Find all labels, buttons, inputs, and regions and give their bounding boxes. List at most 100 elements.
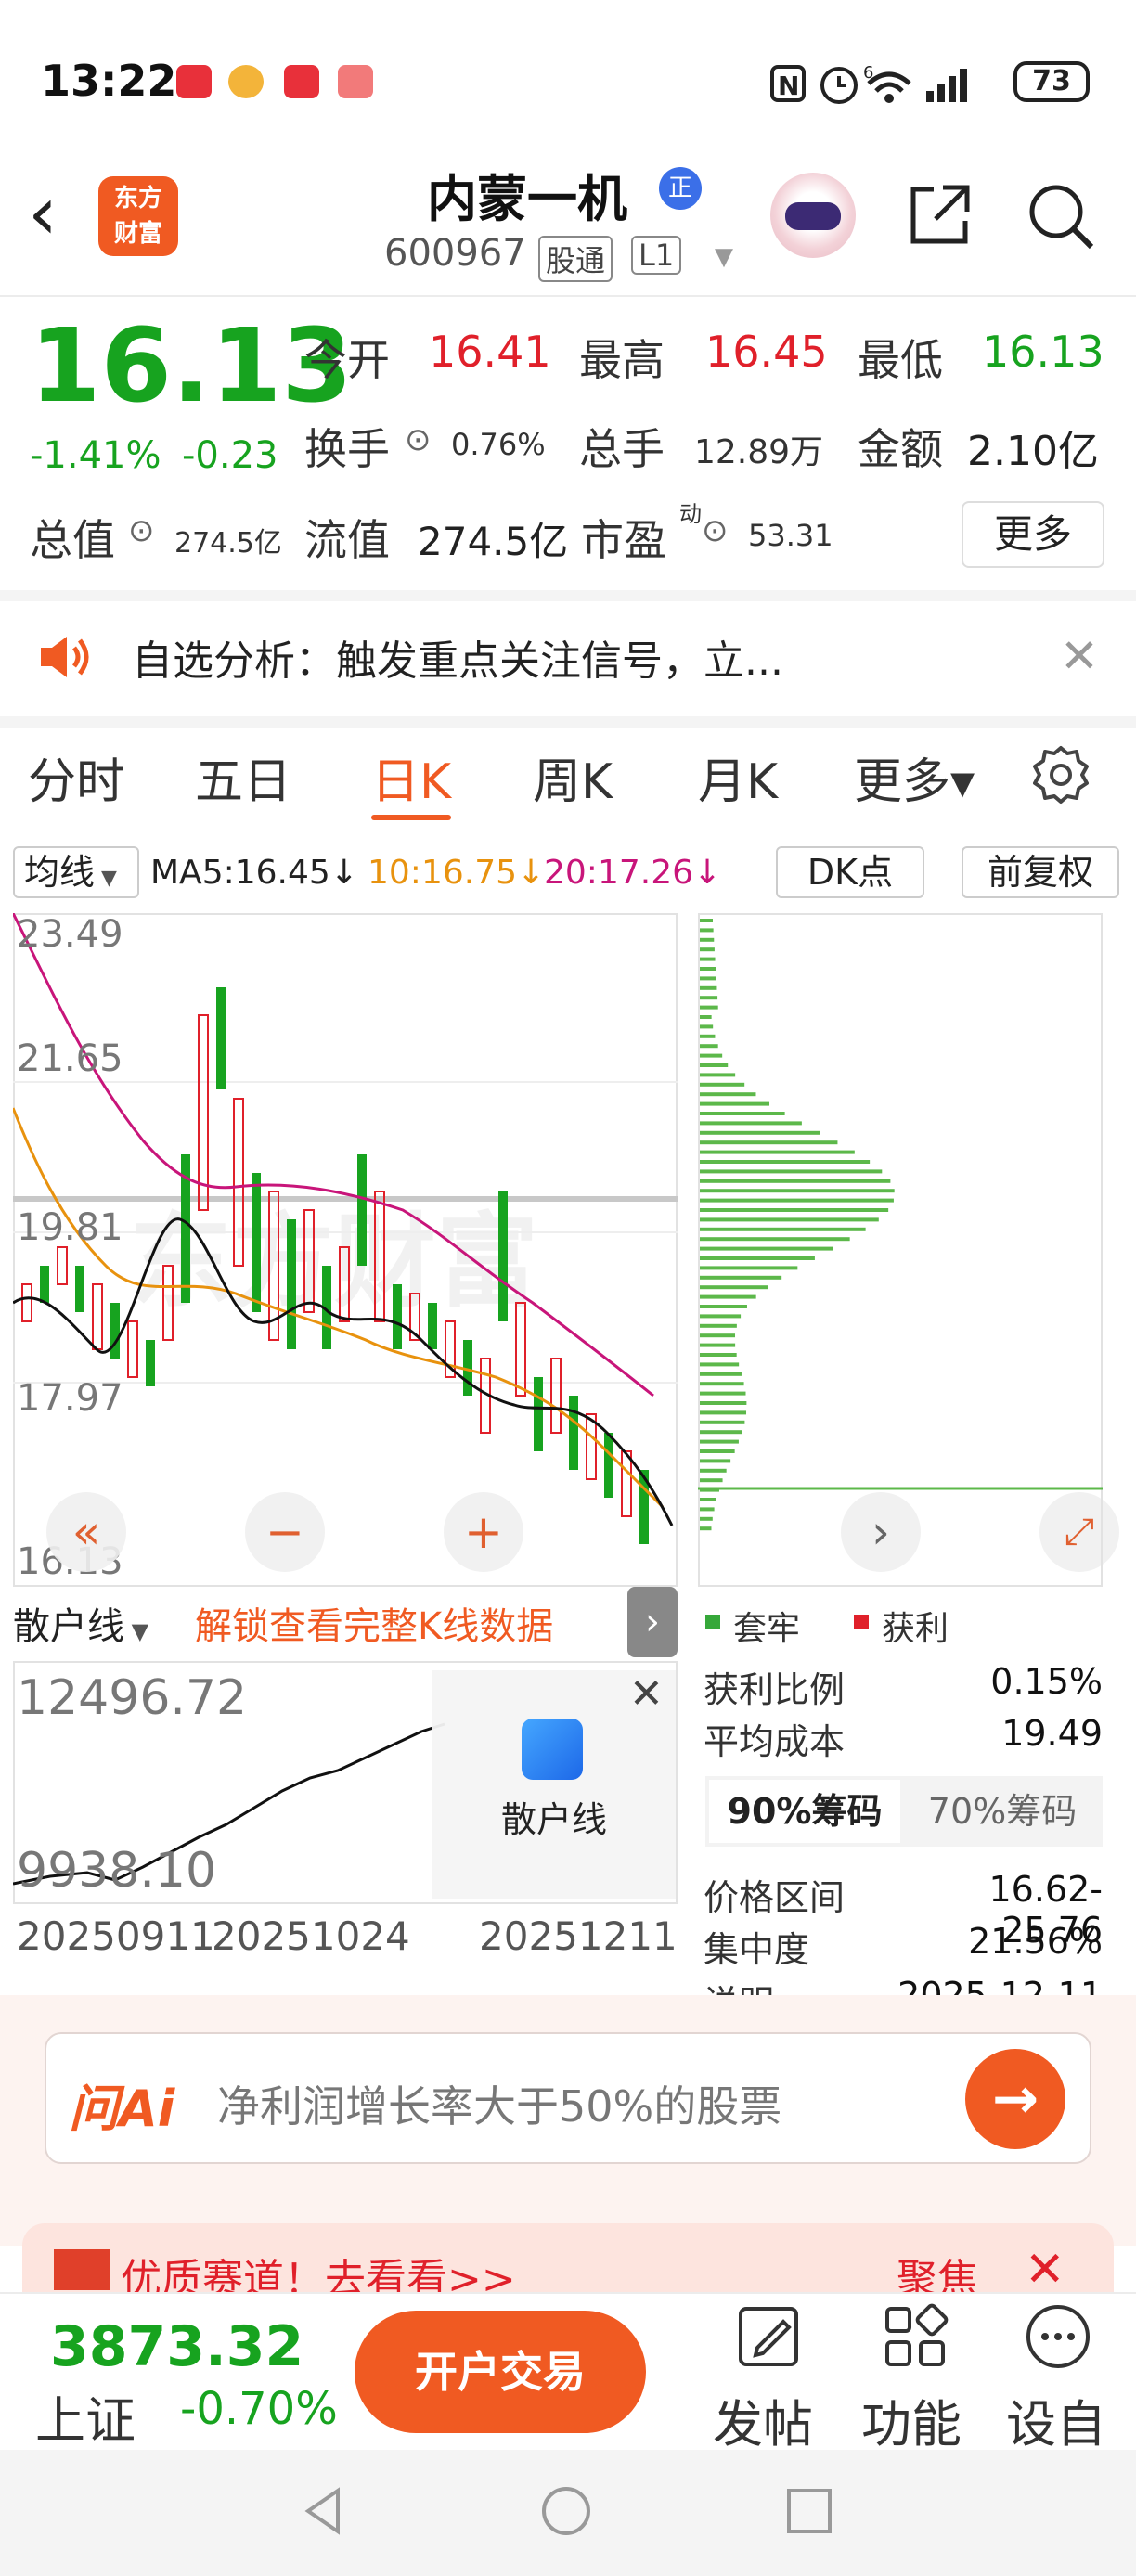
chip-bar [700,1285,768,1290]
chip-bar [700,1053,723,1058]
gear-icon[interactable] [1028,742,1093,807]
ma-select[interactable]: 均线 ▼ [13,846,139,898]
notification-icon-2 [228,65,264,98]
trapped-legend: 套牢 [733,1610,801,1648]
tab-month-k[interactable]: 月K [698,742,778,812]
chip-bar [700,1498,716,1501]
tab-chip-70[interactable]: 70%筹码 [910,1780,1095,1843]
more-button[interactable]: 更多 [962,501,1104,568]
share-icon[interactable] [902,178,976,252]
tab-day-k[interactable]: 日K [371,742,451,812]
unlock-kline-link[interactable]: 解锁查看完整K线数据 [195,1596,553,1650]
recents-square-icon[interactable] [781,2483,837,2539]
open-account-trade-button[interactable]: 开户交易 [355,2311,646,2433]
close-icon[interactable]: ✕ [629,1670,664,1718]
speaker-icon [41,637,89,677]
chip-bar [700,1101,770,1106]
kline-plot [13,913,678,1544]
alert-text[interactable]: 自选分析：触发重点关注信号，立... [132,627,783,687]
price-range-label: 价格区间 [704,1877,846,1918]
date-end: 20251211 [479,1913,678,1959]
pe-superscript: 动 [679,501,702,527]
back-button[interactable]: ‹ [28,176,58,251]
change-percent: -1.41% [30,434,161,477]
search-icon[interactable] [1023,178,1097,252]
chip-bar [700,928,714,933]
info-icon[interactable]: ⊙ [702,512,729,549]
chevron-down-icon[interactable]: ▼ [715,243,733,271]
chip-bar [700,1160,871,1164]
candle [75,1266,84,1312]
post-label[interactable]: 发帖 [713,2383,813,2456]
chip-bar [700,947,715,952]
chip-bar [700,1439,739,1444]
grid-icon[interactable] [880,2301,950,2372]
candle [21,1283,32,1322]
chip-bar [700,1005,718,1010]
promo-focus[interactable]: 聚焦 [897,2246,978,2292]
index-change[interactable]: -0.70% [180,2383,338,2435]
retail-line-select[interactable]: 散户线 ▼ [13,1596,148,1650]
promo-text[interactable]: 优质赛道！去看看>> [121,2246,516,2292]
arrow-right-icon[interactable]: → [965,2049,1065,2149]
chip-bar [700,1353,737,1357]
trapped-legend-swatch [705,1615,720,1629]
tab-intraday[interactable]: 分时 [28,742,124,812]
candle [498,1191,508,1321]
y-tick-0: 23.49 [17,913,123,956]
ask-ai-placeholder[interactable]: 净利润增长率大于50%的股票 [217,2073,781,2134]
chip-bar [700,1372,742,1376]
ma10-value: 10:16.75↓ [368,854,546,892]
chip-bar [700,1362,740,1367]
chip-bar [700,1333,736,1338]
chevron-right-icon[interactable]: › [627,1587,678,1657]
info-icon[interactable]: ⊙ [128,512,155,549]
chip-bar [700,1275,782,1280]
candle [534,1377,543,1451]
close-icon[interactable]: ✕ [1025,2242,1065,2292]
candle [604,1433,613,1498]
candle [569,1396,578,1470]
chip-bar [700,1169,883,1174]
candle [393,1284,402,1349]
chip-bar [700,1323,737,1328]
divider [0,716,1136,728]
tab-more[interactable]: 更多▾ [854,742,975,812]
chip-bar [700,1073,736,1077]
chip-bar [700,1391,746,1396]
close-icon[interactable]: ✕ [1060,629,1099,683]
back-triangle-icon[interactable] [297,2483,353,2539]
chip-bar [700,1198,894,1203]
index-value[interactable]: 3873.32 [50,2314,303,2379]
dk-point-select[interactable]: DK点 [776,846,924,898]
tab-five-day[interactable]: 五日 [195,742,291,812]
tab-week-k[interactable]: 周K [533,742,613,812]
more-dots-icon[interactable] [1023,2301,1093,2372]
info-icon[interactable]: ⊙ [405,421,432,458]
candle [428,1303,437,1349]
price-adjust-button[interactable]: 前复权 [962,846,1119,898]
chip-bar [700,1478,723,1483]
chip-bar [700,996,718,1000]
concentration-label: 集中度 [704,1929,810,1970]
chip-bar [700,919,713,922]
custom-label[interactable]: 设自 [1006,2383,1106,2456]
chip-bar [700,1082,745,1087]
chip-bar [700,1246,833,1251]
chip-bar [700,1015,712,1019]
stock-connect-tag: 股通 [538,236,613,282]
scroll-left-button[interactable]: « [46,1492,126,1572]
candle [374,1191,385,1322]
retail-overlay-label: 散户线 [501,1799,608,1840]
tab-chip-90[interactable]: 90%筹码 [709,1780,900,1843]
index-name[interactable]: 上证 [35,2379,136,2453]
chip-bar [700,1237,850,1242]
zoom-out-button[interactable]: − [245,1492,325,1572]
zoom-in-button[interactable]: + [444,1492,523,1572]
high-label: 最高 [579,335,665,385]
home-circle-icon[interactable] [538,2483,594,2539]
function-label[interactable]: 功能 [861,2383,962,2456]
avg-cost-label: 平均成本 [704,1721,846,1762]
edit-icon[interactable] [733,2301,804,2372]
app-logo: 东方 财富 [98,176,178,256]
